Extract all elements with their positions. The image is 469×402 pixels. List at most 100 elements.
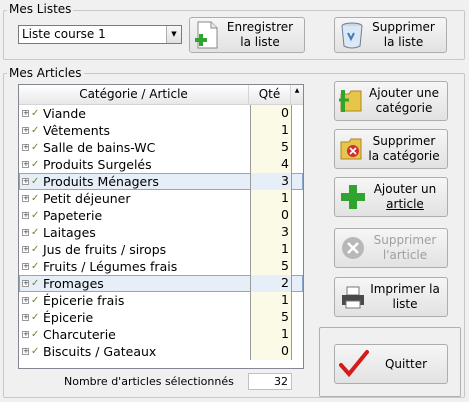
column-header-category[interactable]: Catégorie / Article bbox=[19, 85, 249, 104]
list-item[interactable]: + ✓ Petit déjeuner 1 bbox=[19, 190, 303, 207]
list-item-qty[interactable]: 5 bbox=[250, 139, 292, 156]
expand-icon[interactable]: + bbox=[22, 229, 29, 236]
list-item[interactable]: + ✓ Biscuits / Gateaux 0 bbox=[19, 343, 303, 360]
list-select[interactable]: Liste course 1 ▼ bbox=[18, 25, 182, 44]
expand-icon[interactable]: + bbox=[22, 195, 29, 202]
list-item[interactable]: + ✓ Jus de fruits / sirops 1 bbox=[19, 241, 303, 258]
list-item-qty[interactable]: 1 bbox=[250, 190, 292, 207]
list-item[interactable]: + ✓ Fruits / Légumes frais 5 bbox=[19, 258, 303, 275]
check-icon: ✓ bbox=[31, 346, 40, 357]
delete-list-label: Supprimer la liste bbox=[372, 20, 435, 49]
scroll-up-icon[interactable]: ▲ bbox=[291, 85, 303, 104]
expand-icon[interactable]: + bbox=[22, 127, 29, 134]
add-article-label: Ajouter un article bbox=[367, 182, 443, 212]
list-select-value: Liste course 1 bbox=[22, 27, 106, 41]
list-item-name: Salle de bains-WC bbox=[43, 140, 156, 155]
check-icon: ✓ bbox=[31, 159, 40, 170]
add-folder-icon bbox=[339, 86, 365, 116]
list-item-qty[interactable]: 0 bbox=[250, 343, 292, 360]
list-item-qty[interactable]: 3 bbox=[250, 173, 292, 190]
list-item-qty[interactable]: 2 bbox=[250, 275, 292, 292]
list-item-name: Laitages bbox=[43, 225, 96, 240]
list-item-name: Épicerie bbox=[43, 310, 94, 325]
expand-icon[interactable]: + bbox=[22, 263, 29, 270]
list-item-qty[interactable]: 3 bbox=[250, 224, 292, 241]
list-item[interactable]: + ✓ Laitages 3 bbox=[19, 224, 303, 241]
add-article-button[interactable]: Ajouter un article bbox=[334, 177, 448, 217]
check-icon: ✓ bbox=[31, 193, 40, 204]
delete-article-button[interactable]: Supprimer l'article bbox=[334, 228, 448, 268]
articles-list[interactable]: Catégorie / Article Qté ▲ + ✓ Viande 0 + ✓ Vêt… bbox=[18, 84, 304, 369]
list-item[interactable]: + ✓ Papeterie 0 bbox=[19, 207, 303, 224]
delete-article-label: Supprimer l'article bbox=[373, 233, 437, 262]
expand-icon[interactable]: + bbox=[22, 246, 29, 253]
plus-icon bbox=[339, 183, 367, 211]
list-item-name: Biscuits / Gateaux bbox=[43, 344, 157, 359]
check-icon: ✓ bbox=[31, 227, 40, 238]
check-icon: ✓ bbox=[31, 295, 40, 306]
list-item-qty[interactable]: 5 bbox=[250, 258, 292, 275]
trash-icon bbox=[339, 21, 365, 49]
list-item-qty[interactable]: 1 bbox=[250, 122, 292, 139]
save-list-label: Enregistrer la liste bbox=[226, 20, 294, 49]
list-item[interactable]: + ✓ Viande 0 bbox=[19, 105, 303, 122]
list-item[interactable]: + ✓ Vêtements 1 bbox=[19, 122, 303, 139]
add-article-label-line2: article bbox=[386, 197, 424, 211]
expand-icon[interactable]: + bbox=[22, 161, 29, 168]
check-icon: ✓ bbox=[31, 142, 40, 153]
print-list-button[interactable]: Imprimer la liste bbox=[334, 277, 448, 317]
column-header-qty[interactable]: Qté bbox=[249, 85, 291, 104]
list-item[interactable]: + ✓ Épicerie frais 1 bbox=[19, 292, 303, 309]
expand-icon[interactable]: + bbox=[22, 178, 29, 185]
list-item-qty[interactable]: 0 bbox=[250, 105, 292, 122]
list-header: Catégorie / Article Qté ▲ bbox=[19, 85, 303, 105]
check-icon: ✓ bbox=[31, 176, 40, 187]
list-item[interactable]: + ✓ Produits Surgelés 4 bbox=[19, 156, 303, 173]
check-icon: ✓ bbox=[31, 244, 40, 255]
list-item-name: Fruits / Légumes frais bbox=[43, 259, 178, 274]
check-icon: ✓ bbox=[31, 210, 40, 221]
check-icon: ✓ bbox=[31, 125, 40, 136]
list-item-name: Produits Ménagers bbox=[43, 174, 159, 189]
add-category-label: Ajouter une catégorie bbox=[369, 86, 439, 115]
save-list-button[interactable]: Enregistrer la liste bbox=[189, 17, 305, 53]
list-item[interactable]: + ✓ Fromages 2 bbox=[19, 275, 303, 292]
check-icon: ✓ bbox=[31, 108, 40, 119]
print-list-label: Imprimer la liste bbox=[370, 282, 440, 311]
list-item[interactable]: + ✓ Produits Ménagers 3 bbox=[19, 173, 303, 190]
delete-list-button[interactable]: Supprimer la liste bbox=[334, 17, 447, 53]
list-item-name: Vêtements bbox=[43, 123, 111, 138]
expand-icon[interactable]: + bbox=[22, 348, 29, 355]
list-item-name: Petit déjeuner bbox=[43, 191, 131, 206]
expand-icon[interactable]: + bbox=[22, 280, 29, 287]
delete-category-button[interactable]: Supprimer la catégorie bbox=[334, 129, 448, 169]
list-item[interactable]: + ✓ Épicerie 5 bbox=[19, 309, 303, 326]
save-list-icon bbox=[194, 21, 220, 49]
quit-button[interactable]: Quitter bbox=[334, 344, 448, 384]
expand-icon[interactable]: + bbox=[22, 297, 29, 304]
list-item-qty[interactable]: 0 bbox=[250, 207, 292, 224]
check-icon: ✓ bbox=[31, 329, 40, 340]
expand-icon[interactable]: + bbox=[22, 110, 29, 117]
expand-icon[interactable]: + bbox=[22, 144, 29, 151]
list-item-name: Viande bbox=[43, 106, 86, 121]
quit-label: Quitter bbox=[384, 356, 428, 371]
list-item-qty[interactable]: 1 bbox=[250, 292, 292, 309]
list-item-name: Papeterie bbox=[43, 208, 103, 223]
list-item-qty[interactable]: 5 bbox=[250, 309, 292, 326]
list-item[interactable]: + ✓ Charcuterie 1 bbox=[19, 326, 303, 343]
list-item-name: Charcuterie bbox=[43, 327, 116, 342]
list-item-name: Épicerie frais bbox=[43, 293, 125, 308]
delete-category-label: Supprimer la catégorie bbox=[368, 134, 440, 163]
list-item-qty[interactable]: 4 bbox=[250, 156, 292, 173]
list-item[interactable]: + ✓ Salle de bains-WC 5 bbox=[19, 139, 303, 156]
check-icon: ✓ bbox=[31, 278, 40, 289]
list-item-qty[interactable]: 1 bbox=[250, 241, 292, 258]
expand-icon[interactable]: + bbox=[22, 331, 29, 338]
chevron-down-icon[interactable]: ▼ bbox=[166, 26, 181, 43]
add-category-button[interactable]: Ajouter une catégorie bbox=[334, 81, 448, 121]
list-item-qty[interactable]: 1 bbox=[250, 326, 292, 343]
expand-icon[interactable]: + bbox=[22, 212, 29, 219]
lists-group-title: Mes Listes bbox=[7, 2, 74, 16]
expand-icon[interactable]: + bbox=[22, 314, 29, 321]
